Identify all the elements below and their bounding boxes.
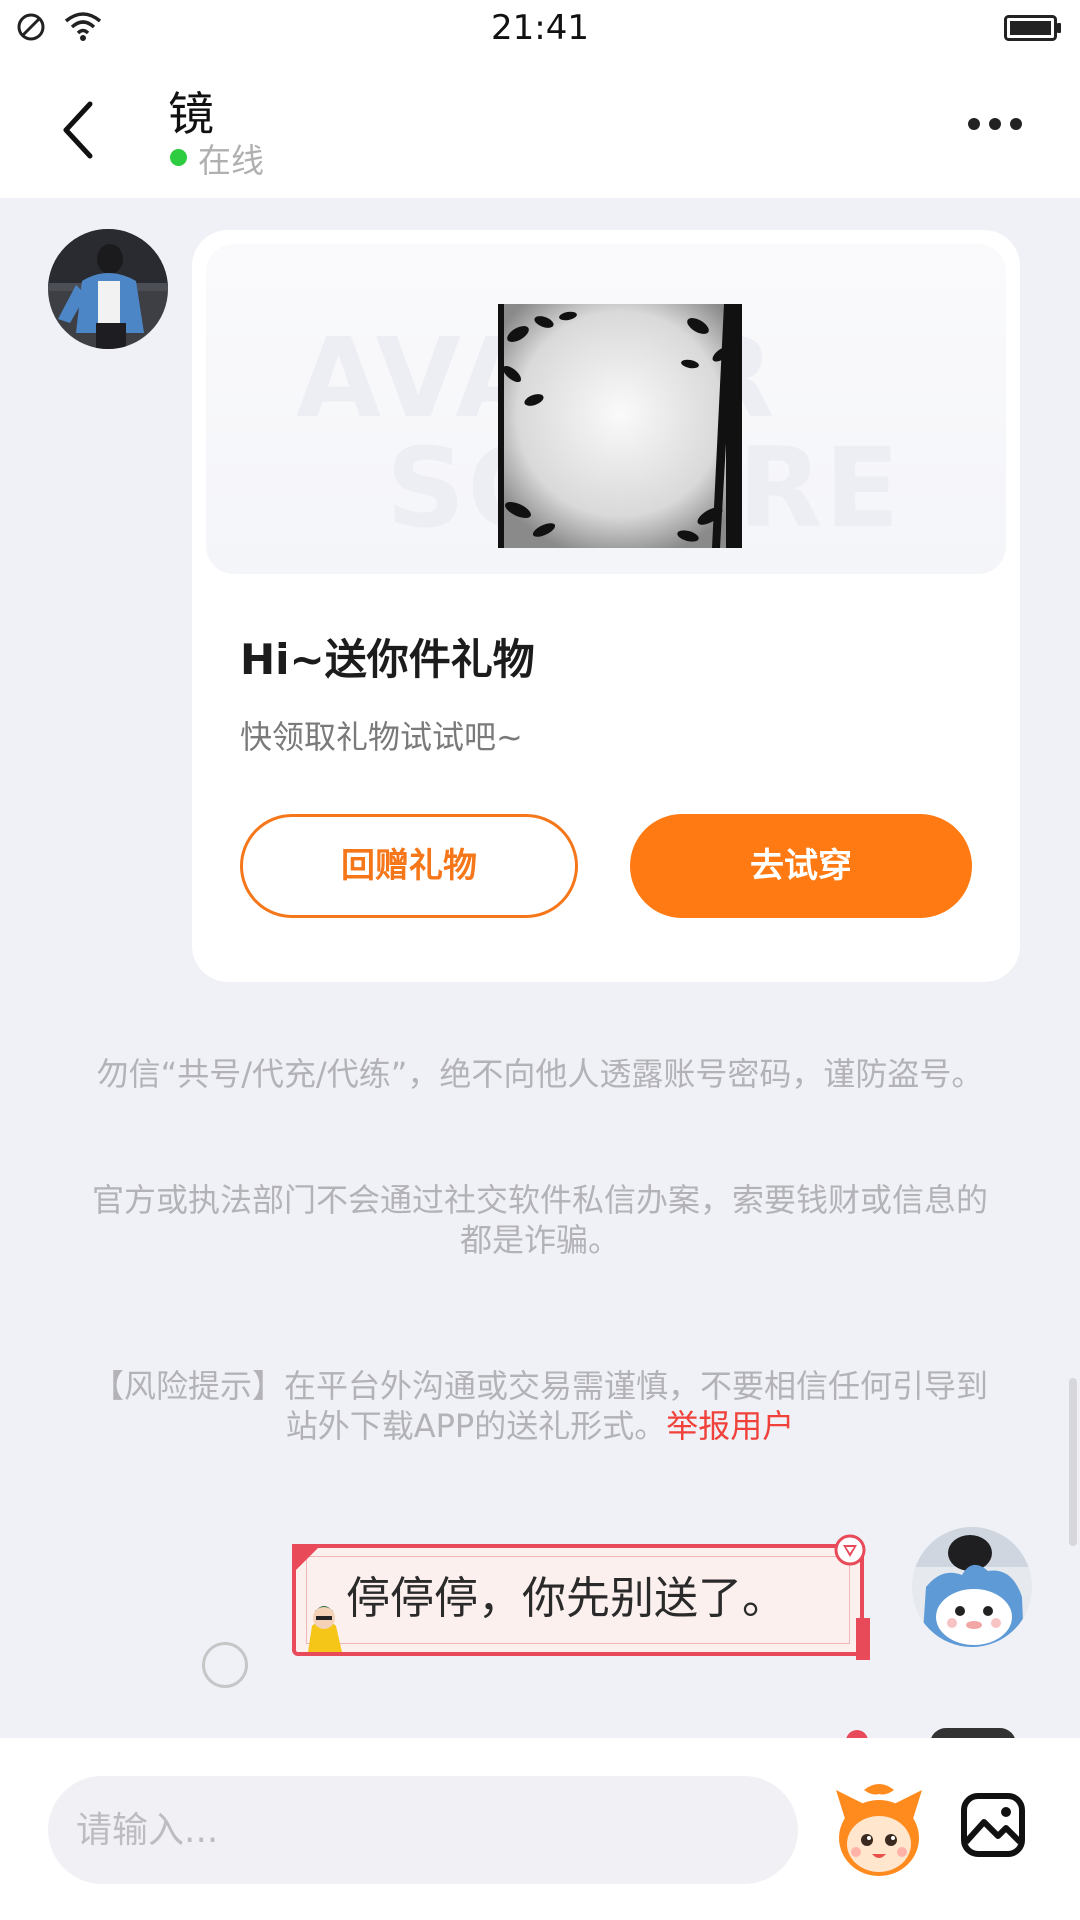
message-text: 停停停，你先别送了。 (346, 1573, 786, 1624)
message-select-checkbox[interactable] (202, 1642, 248, 1688)
sticker-icon[interactable] (834, 1782, 924, 1882)
online-status-dot (170, 149, 187, 166)
battery-icon (1004, 15, 1061, 41)
return-gift-button[interactable]: 回赠礼物 (240, 814, 578, 918)
contact-avatar[interactable] (48, 229, 168, 349)
chat-header: 镜 在线 (0, 60, 1080, 198)
gift-subtitle: 快领取礼物试试吧~ (240, 718, 523, 756)
try-on-button[interactable]: 去试穿 (630, 814, 972, 918)
heart-badge-icon (834, 1534, 866, 1566)
contact-avatar-image (48, 229, 168, 349)
my-avatar-image (912, 1527, 1032, 1647)
scrollbar[interactable] (1069, 1378, 1077, 1546)
gift-banner: AVATAR SQUARE (206, 244, 1006, 574)
my-avatar[interactable] (912, 1527, 1032, 1647)
risk-warning-text: 【风险提示】在平台外沟通或交易需谨慎，不要相信任何引导到站外下载APP的送礼形式… (91, 1367, 988, 1445)
more-dots-icon[interactable] (960, 108, 1030, 138)
security-notice-fraud: 官方或执法部门不会通过社交软件私信办案，索要钱财或信息的都是诈骗。 (91, 1181, 988, 1259)
gift-item-image (498, 304, 742, 548)
status-bar: 21:41 (0, 0, 1080, 60)
image-icon[interactable] (960, 1792, 1026, 1858)
status-time: 21:41 (491, 8, 589, 48)
gift-message-card: AVATAR SQUARE (192, 230, 1020, 982)
message-bubble[interactable]: 停停停，你先别送了。 (292, 1534, 870, 1660)
chevron-left-icon[interactable] (56, 98, 106, 162)
message-input[interactable] (48, 1776, 798, 1884)
input-bar (0, 1738, 1080, 1920)
bubble-corner-decoration (856, 1618, 870, 1660)
character-sticker-icon (308, 1606, 342, 1652)
online-status-label: 在线 (198, 141, 264, 180)
risk-warning: 【风险提示】在平台外沟通或交易需谨慎，不要相信任何引导到站外下载APP的送礼形式… (80, 1366, 1000, 1446)
gift-title: Hi~送你件礼物 (240, 635, 535, 684)
report-user-link[interactable]: 举报用户 (666, 1407, 794, 1445)
security-notice-account: 勿信“共号/代充/代练”，绝不向他人透露账号密码，谨防盗号。 (96, 1055, 984, 1093)
